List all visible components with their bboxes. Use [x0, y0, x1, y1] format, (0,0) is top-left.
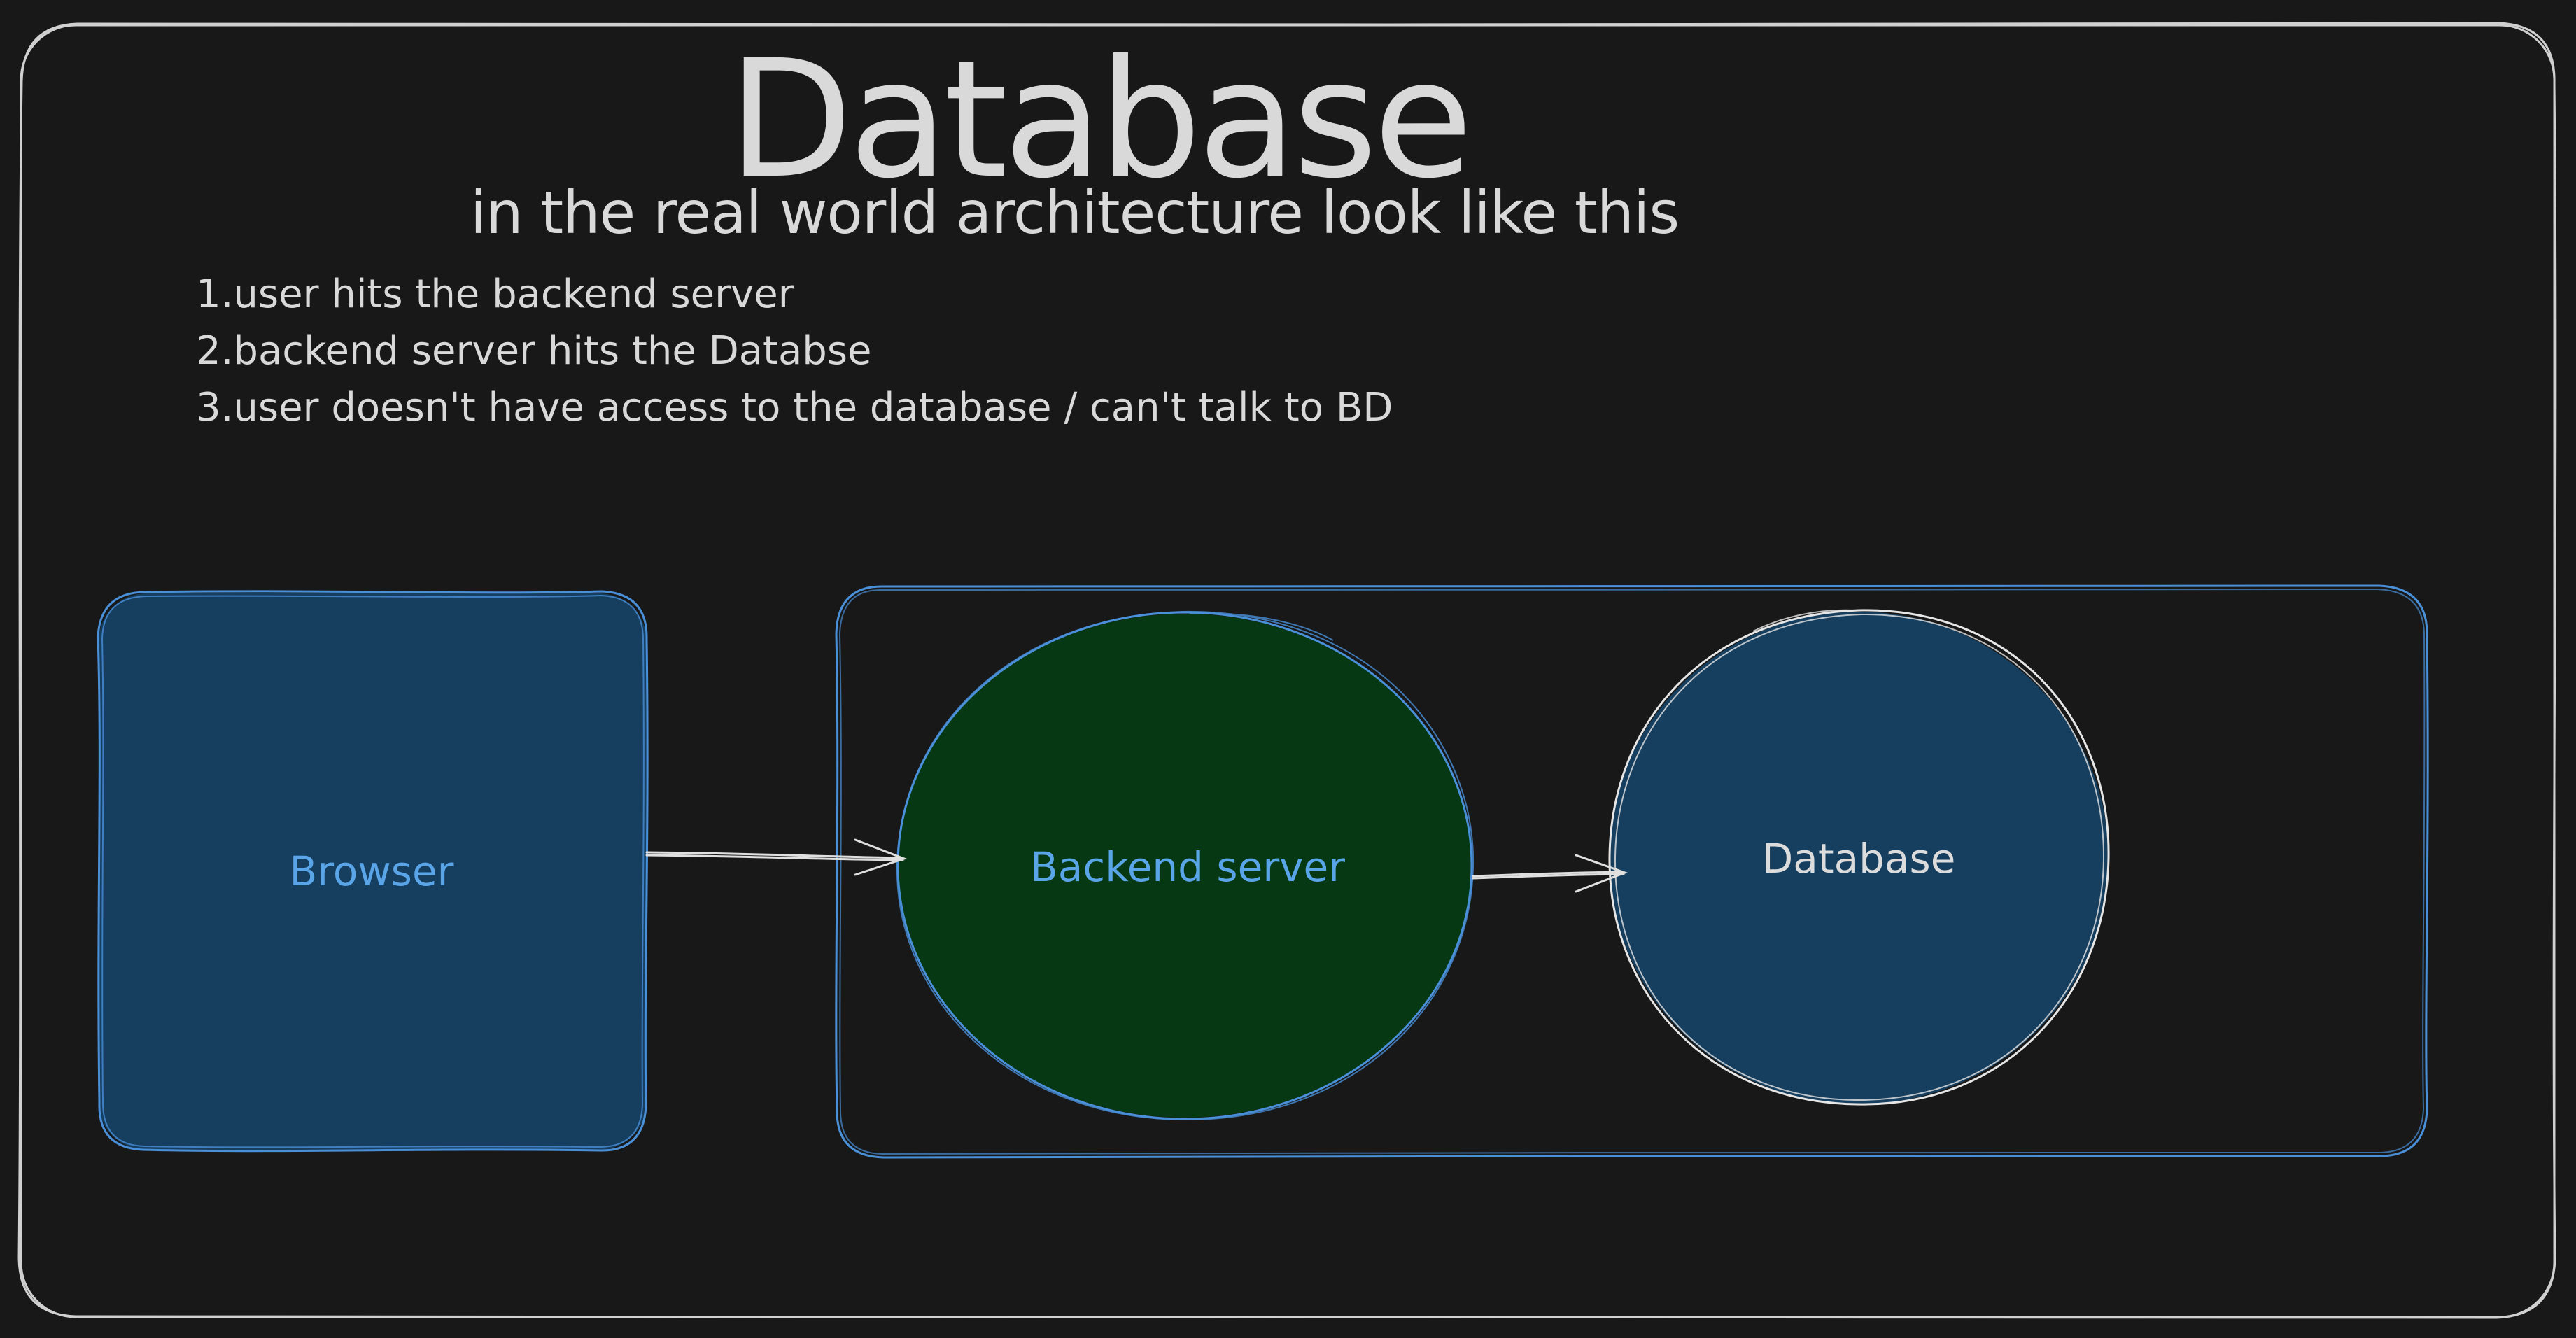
note-item: 2.backend server hits the Databse — [196, 328, 872, 374]
browser-label: Browser — [289, 847, 454, 895]
database-label: Database — [1761, 835, 1956, 882]
backend-server-label: Backend server — [1029, 843, 1346, 891]
note-item: 3.user doesn't have access to the databa… — [196, 385, 1393, 430]
arrow-browser-to-backend — [645, 838, 908, 876]
note-item: 1.user hits the backend server — [196, 272, 794, 317]
diagram-title: Database — [728, 25, 1473, 214]
diagram-subtitle: in the real world architecture look like… — [470, 178, 1680, 247]
arrow-backend-to-database — [1472, 854, 1628, 893]
